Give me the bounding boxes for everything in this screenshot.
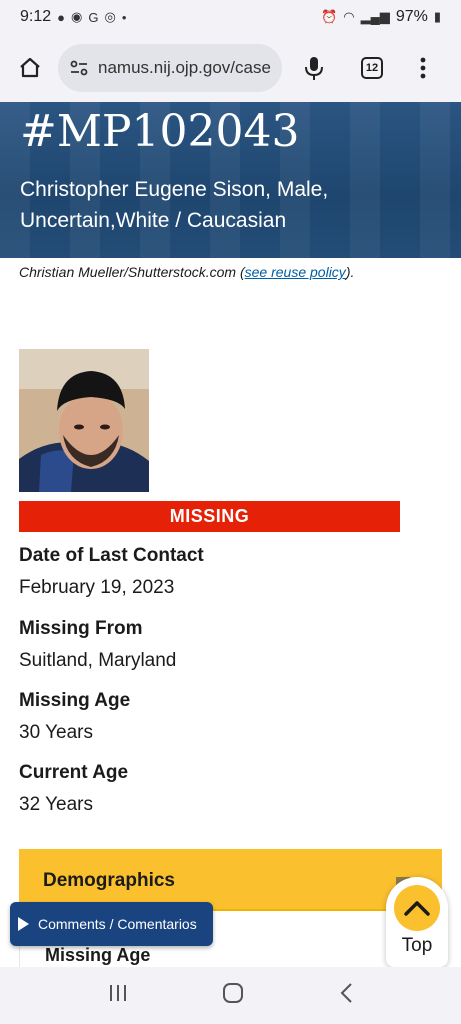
demographics-missing-age-label: Missing Age	[45, 945, 151, 965]
back-to-top-button[interactable]: Top	[386, 877, 448, 967]
home-icon	[20, 57, 40, 78]
missing-from-field: Missing From Suitland, Maryland	[19, 618, 176, 672]
current-age-field: Current Age 32 Years	[19, 762, 128, 816]
credit-suffix: ).	[345, 264, 355, 280]
field-value: 30 Years	[19, 722, 93, 743]
address-bar[interactable]: namus.nij.ojp.gov/case	[58, 44, 282, 92]
home-nav-icon	[223, 983, 244, 1003]
field-label: Missing Age	[19, 690, 131, 711]
top-circle	[394, 885, 440, 931]
more-vert-icon	[420, 57, 426, 79]
case-number: #MP102043	[20, 106, 300, 157]
back-icon	[340, 983, 352, 1003]
site-settings-icon[interactable]	[68, 57, 90, 79]
url-text: namus.nij.ojp.gov/case	[98, 58, 271, 77]
browser-menu-button[interactable]	[408, 48, 438, 88]
battery-percent: 97%	[395, 8, 428, 25]
signal-icon: ▂▄▆	[360, 9, 390, 24]
battery-icon: ▮	[433, 9, 441, 24]
recents-icon	[109, 985, 126, 1001]
wifi-icon: ◠	[343, 9, 355, 24]
chrome-notification-icon: ◎	[104, 9, 116, 24]
field-label: Current Age	[19, 762, 129, 783]
case-subtitle: Christopher Eugene Sison, Male, Uncertai…	[20, 178, 329, 232]
image-credit: Christian Mueller/Shutterstock.com (see …	[19, 264, 354, 280]
comments-button[interactable]: Comments / Comentarios	[10, 902, 213, 946]
voice-search-button[interactable]	[294, 48, 334, 88]
case-hero-banner: #MP102043 Christopher Eugene Sison, Male…	[0, 102, 461, 258]
chevron-up-icon	[404, 901, 430, 916]
demographics-title: Demographics	[43, 870, 175, 891]
field-value: 32 Years	[19, 794, 93, 815]
status-time: 9:12	[20, 8, 52, 25]
comments-label: Comments / Comentarios	[38, 916, 197, 932]
home-button[interactable]	[10, 48, 50, 88]
mic-icon	[305, 57, 323, 80]
more-notifications-icon: •	[121, 9, 127, 25]
field-value: Suitland, Maryland	[19, 650, 177, 671]
field-value: February 19, 2023	[19, 577, 175, 598]
alarm-icon: ⏰	[321, 9, 338, 24]
gmail-notification-icon: ◉	[71, 9, 83, 24]
tabs-icon: 12	[361, 57, 383, 79]
reuse-policy-link[interactable]: see reuse policy	[245, 264, 346, 280]
play-icon	[18, 917, 29, 931]
credit-text: Christian Mueller/Shutterstock.com (	[19, 264, 245, 280]
field-label: Date of Last Contact	[19, 545, 204, 566]
tab-switcher-button[interactable]: 12	[352, 48, 392, 88]
browser-toolbar: namus.nij.ojp.gov/case 12	[0, 34, 461, 102]
message-notification-icon: ●	[57, 9, 65, 25]
home-nav-button[interactable]	[222, 982, 244, 1009]
top-label: Top	[401, 935, 433, 956]
back-nav-button[interactable]	[338, 982, 354, 1009]
field-label: Missing From	[19, 618, 143, 639]
date-of-last-contact-field: Date of Last Contact February 19, 2023	[19, 545, 204, 599]
missing-person-photo[interactable]	[19, 349, 149, 492]
missing-age-field: Missing Age 30 Years	[19, 690, 130, 744]
system-navigation-bar	[0, 967, 461, 1024]
recents-button[interactable]	[107, 983, 129, 1008]
status-bar: 9:12 ● ◉ G ◎ • ⏰ ◠ ▂▄▆ 97% ▮	[0, 0, 461, 34]
google-notification-icon: G	[88, 9, 99, 25]
case-status-badge: MISSING	[19, 501, 400, 532]
